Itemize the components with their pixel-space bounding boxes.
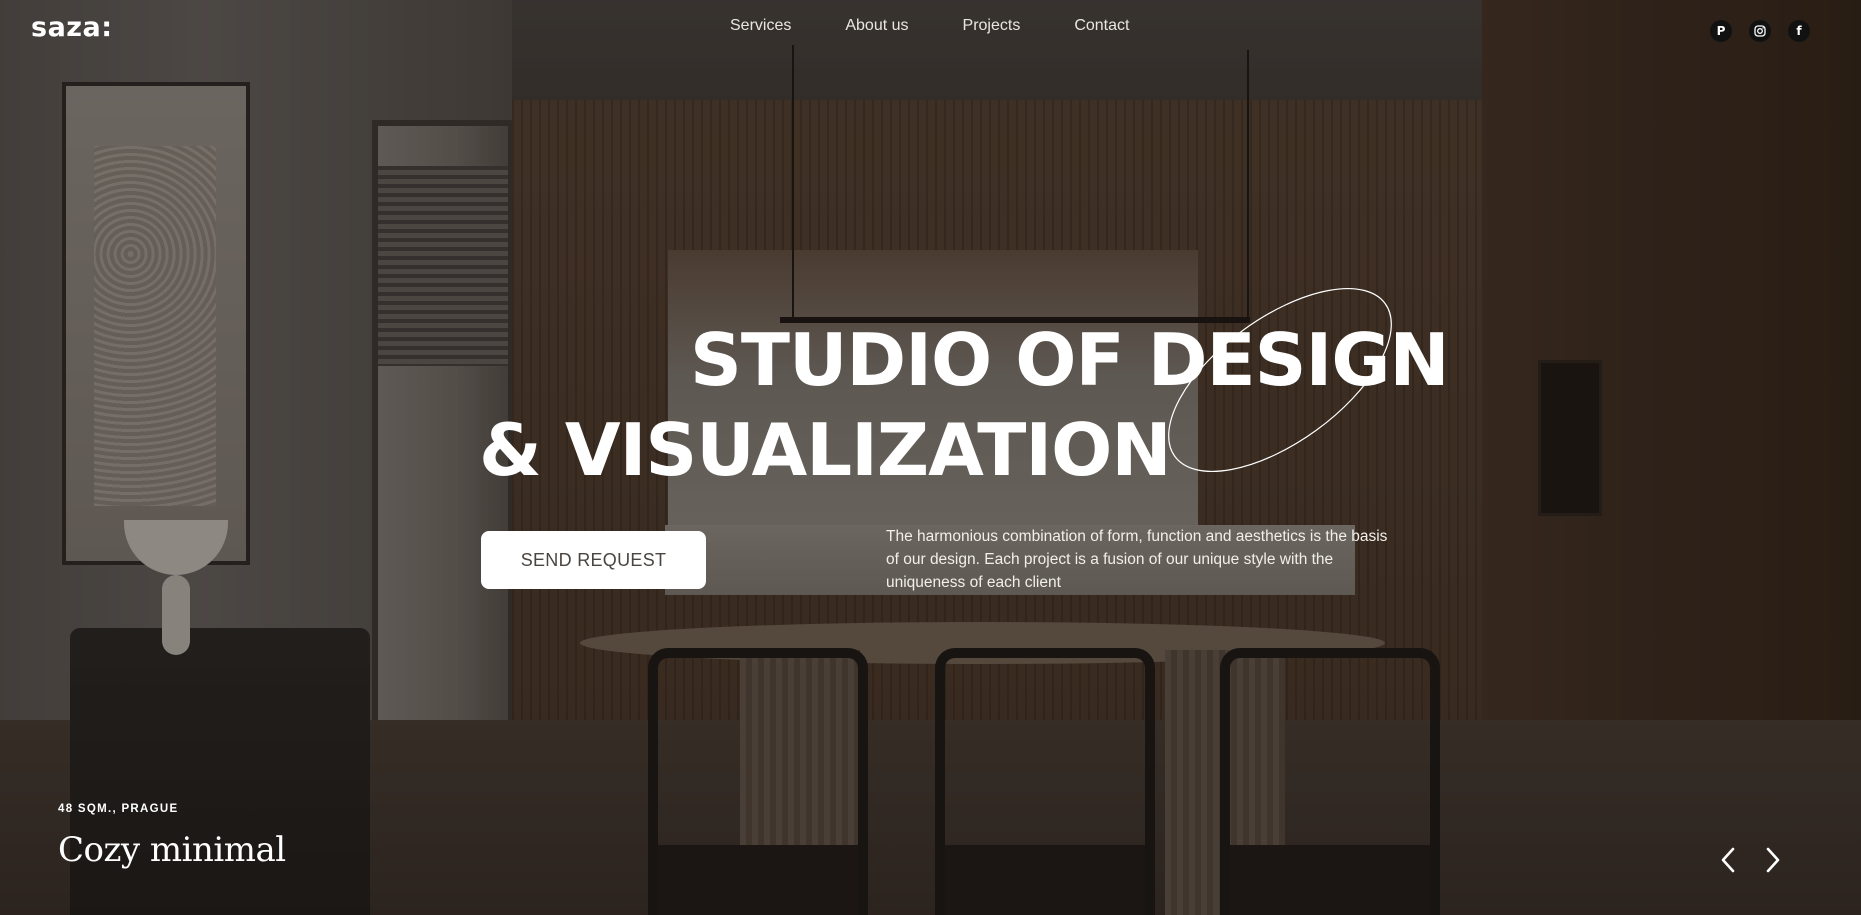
facebook-icon[interactable]: f (1788, 20, 1810, 42)
top-bar: saza: Services About us Projects Contact… (0, 0, 1861, 60)
pinterest-glyph: P (1716, 24, 1726, 38)
headline-line-2: & VISUALIZATION (479, 408, 1172, 492)
social-links: P f (1710, 20, 1810, 42)
main-nav: Services About us Projects Contact (730, 17, 1129, 35)
logo[interactable]: saza: (31, 12, 113, 43)
decorative-ellipse (1168, 287, 1392, 473)
chevron-right-icon[interactable] (1758, 845, 1788, 875)
nav-item-services[interactable]: Services (730, 17, 791, 35)
chevron-right-glyph (1766, 847, 1780, 873)
project-title: Cozy minimal (58, 830, 286, 870)
nav-item-about-us[interactable]: About us (845, 17, 908, 35)
instagram-glyph (1754, 25, 1766, 37)
pinterest-icon[interactable]: P (1710, 20, 1732, 42)
hero-description: The harmonious combination of form, func… (886, 528, 1388, 591)
send-request-button[interactable]: SEND REQUEST (481, 531, 706, 589)
project-meta: 48 SQM., PRAGUE (58, 803, 179, 815)
chevron-left-icon[interactable] (1713, 845, 1743, 875)
facebook-glyph: f (1796, 24, 1802, 38)
nav-item-contact[interactable]: Contact (1074, 17, 1129, 35)
nav-item-projects[interactable]: Projects (963, 17, 1021, 35)
instagram-icon[interactable] (1749, 20, 1771, 42)
chevron-left-glyph (1721, 847, 1735, 873)
hero-section: saza: Services About us Projects Contact… (0, 0, 1861, 915)
